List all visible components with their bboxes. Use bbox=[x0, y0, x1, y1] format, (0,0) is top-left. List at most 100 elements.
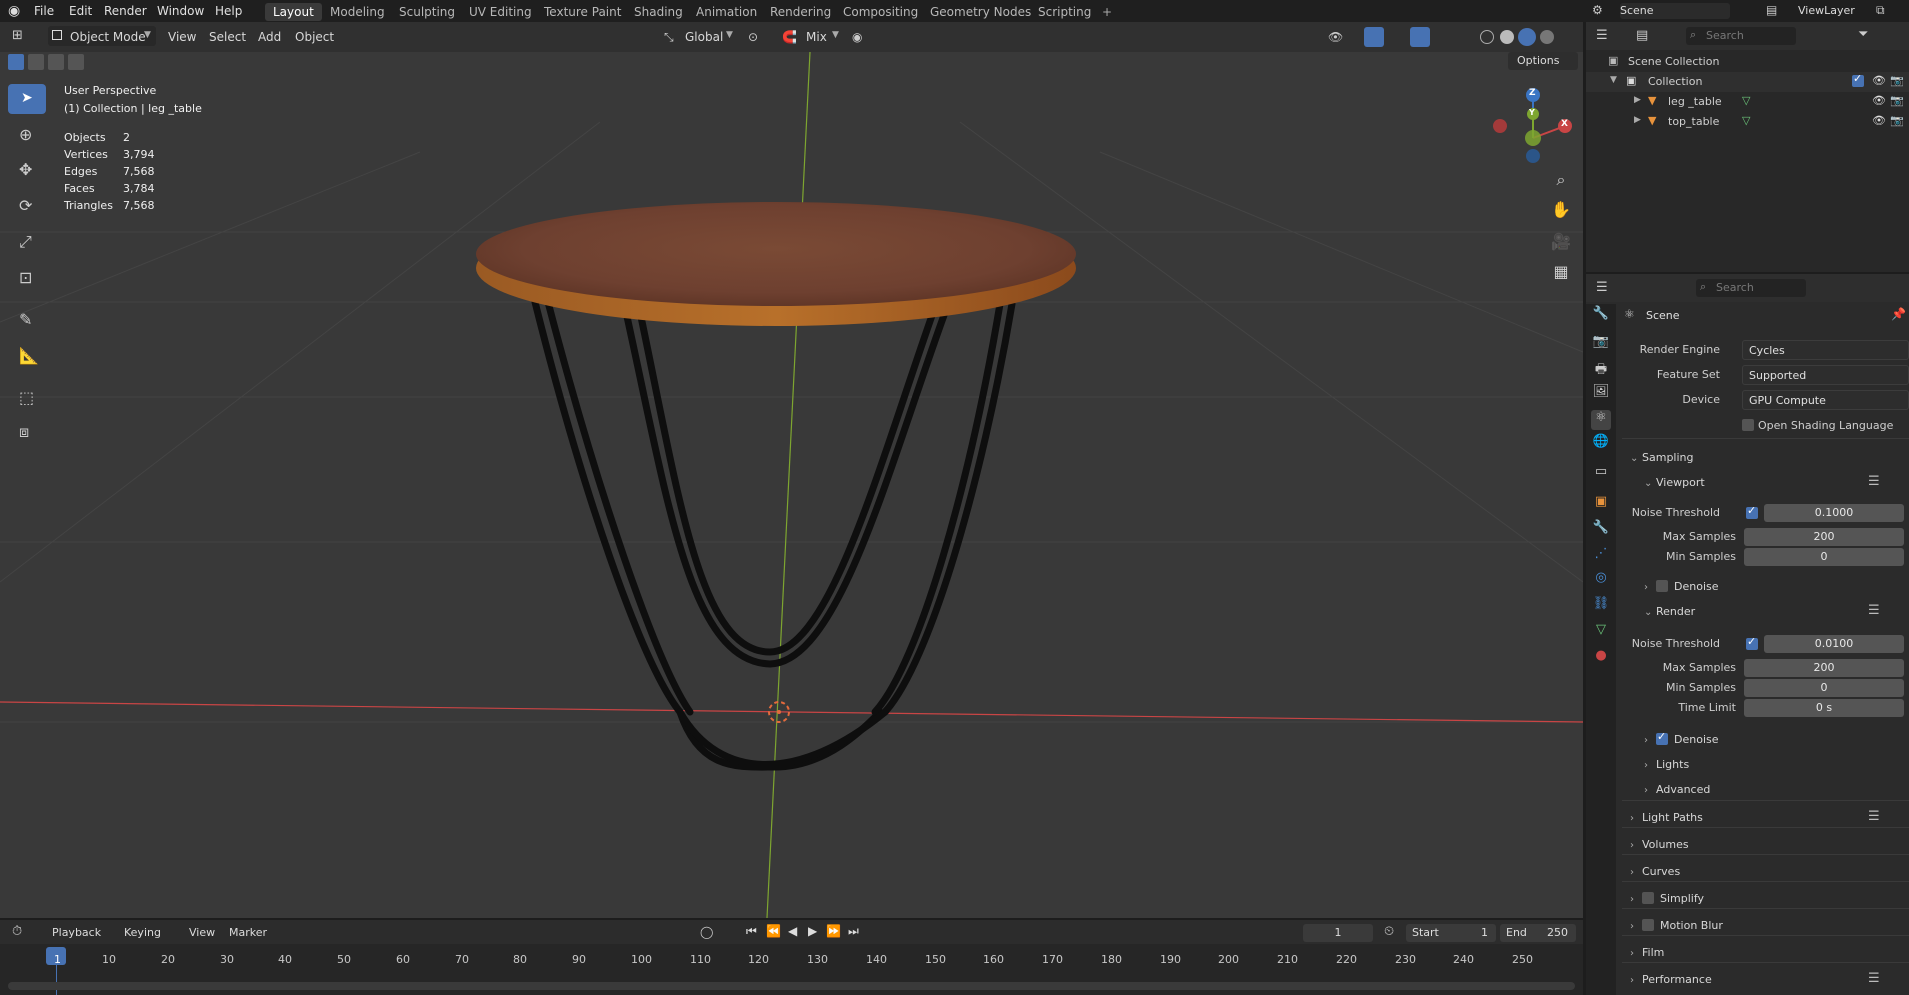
vp-denoise-subpanel[interactable]: › Denoise bbox=[1644, 580, 1719, 593]
timeline-scrollbar[interactable] bbox=[8, 982, 1575, 990]
outliner-row-top-table[interactable]: ▶ ▼ top_table ▽ 👁 📷 bbox=[1586, 112, 1909, 132]
tab-sculpting[interactable]: Sculpting bbox=[391, 3, 463, 21]
gizmo-z-label[interactable]: Z bbox=[1529, 88, 1536, 98]
physics-tab-icon[interactable]: ◎ bbox=[1591, 570, 1611, 590]
select-box-tool[interactable]: ➤ bbox=[8, 84, 46, 114]
render-tab-icon[interactable]: 📷 bbox=[1591, 334, 1611, 354]
timeline-view-menu[interactable]: View bbox=[189, 926, 215, 939]
display-mode-icon[interactable]: ▤ bbox=[1636, 28, 1648, 43]
tab-compositing[interactable]: Compositing bbox=[835, 3, 926, 21]
curves-panel[interactable]: › Curves bbox=[1630, 865, 1680, 878]
tab-scripting[interactable]: Scripting bbox=[1030, 3, 1099, 21]
perspective-toggle-icon[interactable]: ▦ bbox=[1549, 262, 1573, 286]
pan-hand-icon[interactable]: ✋ bbox=[1549, 200, 1573, 224]
menu-file[interactable]: File bbox=[34, 4, 54, 18]
scene-tab-icon[interactable]: ⚛ bbox=[1591, 410, 1611, 430]
camera-icon[interactable]: 📷 bbox=[1890, 74, 1904, 87]
play-reverse-icon[interactable]: ◀ bbox=[788, 924, 797, 938]
zoom-icon[interactable]: ⌕ bbox=[1549, 170, 1573, 194]
add-workspace-button[interactable]: + bbox=[1094, 3, 1120, 21]
collection-tab-icon[interactable]: ▭ bbox=[1591, 464, 1611, 484]
annotate-tool[interactable]: ✎ bbox=[8, 306, 46, 336]
camera-icon[interactable]: 📷 bbox=[1890, 114, 1904, 127]
eye-icon[interactable]: 👁 bbox=[1872, 114, 1886, 127]
end-frame-field[interactable]: End 250 bbox=[1500, 924, 1576, 942]
tool-tab-icon[interactable]: 🔧 bbox=[1591, 306, 1611, 326]
view-layer-tab-icon[interactable]: 🖼 bbox=[1591, 384, 1611, 404]
presets-list-icon[interactable]: ☰ bbox=[1868, 474, 1880, 489]
material-tab-icon[interactable]: ● bbox=[1591, 648, 1611, 668]
output-tab-icon[interactable]: 🖶 bbox=[1591, 360, 1611, 380]
start-frame-field[interactable]: Start 1 bbox=[1406, 924, 1496, 942]
scale-tool[interactable]: ⤢ bbox=[8, 228, 46, 258]
outliner-row-scene-collection[interactable]: ▣ Scene Collection bbox=[1586, 52, 1909, 72]
move-tool[interactable]: ✥ bbox=[8, 156, 46, 186]
jump-to-end-icon[interactable]: ⏭ bbox=[848, 924, 859, 939]
presets-list-icon[interactable]: ☰ bbox=[1868, 603, 1880, 618]
properties-editor-icon[interactable]: ☰ bbox=[1596, 280, 1608, 295]
gizmo-y-label[interactable]: Y bbox=[1529, 108, 1535, 117]
pin-icon[interactable]: 📌 bbox=[1891, 307, 1906, 321]
auto-keying-icon[interactable]: ◯ bbox=[700, 925, 713, 939]
render-engine-dropdown[interactable]: Cycles bbox=[1742, 340, 1909, 360]
blender-logo-icon[interactable]: ◉ bbox=[8, 3, 20, 19]
menu-window[interactable]: Window bbox=[157, 4, 204, 18]
playback-menu[interactable]: Playback bbox=[52, 926, 101, 939]
3d-viewport[interactable]: ⊞ Object Mode ▼ View Select Add Object ⤡… bbox=[0, 22, 1583, 918]
r-denoise-subpanel[interactable]: ›Denoise bbox=[1644, 730, 1719, 746]
menu-edit[interactable]: Edit bbox=[69, 4, 92, 18]
vp-min-samples-field[interactable]: 0 bbox=[1744, 548, 1904, 566]
add-cube-tool[interactable]: ⬚ bbox=[8, 384, 46, 414]
feature-set-dropdown[interactable]: Supported bbox=[1742, 365, 1909, 385]
vp-max-samples-field[interactable]: 200 bbox=[1744, 528, 1904, 546]
jump-to-start-icon[interactable]: ⏮ bbox=[746, 924, 757, 939]
tab-geometry-nodes[interactable]: Geometry Nodes bbox=[922, 3, 1039, 21]
tab-modeling[interactable]: Modeling bbox=[322, 3, 393, 21]
performance-panel[interactable]: › Performance bbox=[1630, 973, 1712, 986]
data-tab-icon[interactable]: ▽ bbox=[1591, 622, 1611, 642]
collection-exclude-checkbox[interactable] bbox=[1852, 72, 1870, 88]
render-subpanel-header[interactable]: ⌄ Render bbox=[1644, 605, 1695, 618]
marker-menu[interactable]: Marker bbox=[229, 926, 267, 939]
volumes-panel[interactable]: › Volumes bbox=[1630, 838, 1689, 851]
light-paths-panel[interactable]: › Light Paths bbox=[1630, 811, 1703, 824]
presets-list-icon[interactable]: ☰ bbox=[1868, 809, 1880, 824]
cursor-tool[interactable]: ⊕ bbox=[8, 120, 46, 150]
modifier-tab-icon[interactable]: 🔧 bbox=[1591, 520, 1611, 540]
scene-icon[interactable]: ⚙ bbox=[1592, 3, 1603, 17]
keying-menu[interactable]: Keying bbox=[124, 926, 161, 939]
object-tab-icon[interactable]: ▣ bbox=[1591, 494, 1611, 514]
lights-subpanel[interactable]: › Lights bbox=[1644, 758, 1689, 771]
rotate-tool[interactable]: ⟳ bbox=[8, 192, 46, 222]
advanced-subpanel[interactable]: › Advanced bbox=[1644, 783, 1710, 796]
filter-icon[interactable]: ⏷ bbox=[1858, 27, 1868, 42]
new-view-layer-icon[interactable]: ⧉ bbox=[1876, 3, 1885, 18]
outliner-row-collection[interactable]: ▼ ▣ Collection 👁 📷 bbox=[1586, 72, 1909, 92]
chevron-right-icon[interactable]: ▶ bbox=[1634, 115, 1641, 125]
vp-noise-threshold-field[interactable]: 0.1000 bbox=[1764, 504, 1904, 522]
device-dropdown[interactable]: GPU Compute bbox=[1742, 390, 1909, 410]
r-noise-threshold-field[interactable]: 0.0100 bbox=[1764, 635, 1904, 653]
add-primitive-tool[interactable]: ⧈ bbox=[8, 418, 46, 448]
properties-search-input[interactable]: Search bbox=[1716, 281, 1754, 294]
sampling-panel-header[interactable]: ⌄ Sampling bbox=[1630, 451, 1694, 464]
camera-icon[interactable]: 📷 bbox=[1890, 94, 1904, 107]
outliner-search-input[interactable]: Search bbox=[1706, 29, 1744, 42]
current-frame-field[interactable]: 1 bbox=[1303, 924, 1373, 942]
jump-keyframe-back-icon[interactable]: ⏪ bbox=[766, 924, 781, 938]
tab-uv-editing[interactable]: UV Editing bbox=[461, 3, 540, 21]
presets-list-icon[interactable]: ☰ bbox=[1868, 971, 1880, 986]
viewport-subpanel-header[interactable]: ⌄ Viewport bbox=[1644, 476, 1705, 489]
measure-tool[interactable]: 📐 bbox=[8, 342, 46, 372]
tab-shading[interactable]: Shading bbox=[626, 3, 691, 21]
menu-help[interactable]: Help bbox=[215, 4, 242, 18]
film-panel[interactable]: › Film bbox=[1630, 946, 1664, 959]
camera-view-icon[interactable]: 🎥 bbox=[1549, 232, 1573, 256]
outliner-row-leg-table[interactable]: ▶ ▼ leg _table ▽ 👁 📷 bbox=[1586, 92, 1909, 112]
motion-blur-panel[interactable]: › Motion Blur bbox=[1630, 919, 1723, 932]
view-layer-icon[interactable]: ▤ bbox=[1766, 3, 1777, 17]
clock-icon[interactable]: ⏱ bbox=[12, 924, 22, 939]
chevron-right-icon[interactable]: ▶ bbox=[1634, 95, 1641, 105]
tab-layout[interactable]: Layout bbox=[265, 3, 322, 21]
stopwatch-icon[interactable]: ⏲ bbox=[1384, 924, 1394, 939]
